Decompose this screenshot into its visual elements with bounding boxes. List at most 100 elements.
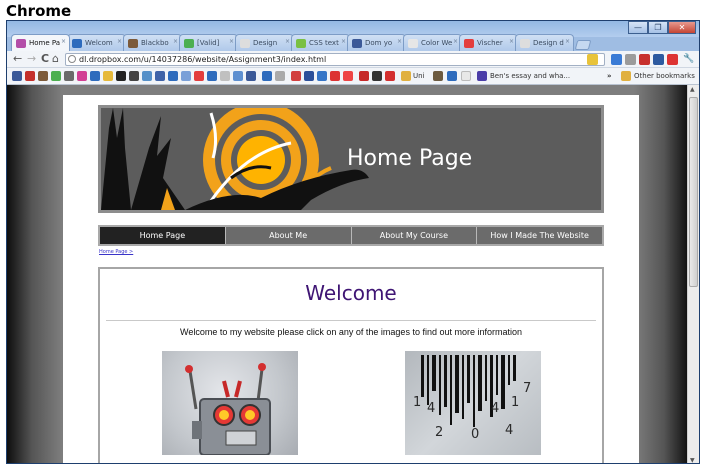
bookmark-bens-essay[interactable]: Ben's essay and wha... [490,72,570,80]
bookmark-icon[interactable] [90,71,100,81]
site-info-icon[interactable] [68,55,76,63]
tab-home-page[interactable]: Home Pa × [11,34,70,51]
barcode-bar [485,355,487,401]
bookmark-icon[interactable] [233,71,243,81]
extension-icon[interactable] [667,54,678,65]
reload-button[interactable]: C [41,53,49,65]
bookmark-icon[interactable] [220,71,230,81]
bookmark-icon[interactable] [385,71,395,81]
bookmark-folder-uni[interactable]: Uni [413,72,425,80]
breadcrumb[interactable]: Home Page > [99,249,133,255]
bookmark-icon[interactable] [246,71,256,81]
banner-title: Home Page [347,146,473,171]
tab-design-d[interactable]: Design d × [515,34,574,51]
bookmark-icon[interactable] [207,71,217,81]
bookmark-icon[interactable] [262,71,272,81]
bookmark-icon[interactable] [317,71,327,81]
tab-close-icon[interactable]: × [397,38,402,45]
nav-about-my-course[interactable]: About My Course [352,227,478,244]
bookmark-icon[interactable] [433,71,443,81]
bookmark-icon[interactable] [51,71,61,81]
bookmark-icon[interactable] [343,71,353,81]
bookmark-icon[interactable] [447,71,457,81]
other-bookmarks-button[interactable]: Other bookmarks [634,72,695,80]
minimize-button[interactable]: — [628,21,648,34]
bookmark-icon[interactable] [304,71,314,81]
tab-close-icon[interactable]: × [229,38,234,45]
tab-favicon-icon [464,39,474,48]
bookmark-icon[interactable] [38,71,48,81]
tab-blackboard[interactable]: Blackbo × [123,34,182,51]
bookmark-star-icon[interactable] [587,54,598,65]
tab-dom[interactable]: Dom yo × [347,34,406,51]
tab-close-icon[interactable]: × [173,38,178,45]
tab-close-icon[interactable]: × [453,38,458,45]
scrollbar-thumb[interactable] [689,97,698,287]
nav-home-page[interactable]: Home Page [100,227,226,244]
bookmarks-bar: Uni Ben's essay and wha... » Other bookm… [7,68,699,85]
robot-image-link[interactable] [162,351,298,455]
barcode-digit: 0 [471,427,480,442]
tab-color[interactable]: Color We × [403,34,462,51]
scroll-down-arrow-icon[interactable]: ▼ [690,457,695,463]
robot-eye-pupil [219,410,229,420]
barcode-bar [467,355,470,403]
bookmark-icon[interactable] [129,71,139,81]
bookmark-icon[interactable] [142,71,152,81]
extension-icon[interactable] [611,54,622,65]
extension-icon[interactable] [639,54,650,65]
bookmark-icon[interactable] [291,71,301,81]
bookmark-icon[interactable] [372,71,382,81]
barcode-image-link[interactable]: 1 4 2 0 4 1 4 7 [405,351,541,455]
address-bar[interactable]: dl.dropbox.com/u/14037286/website/Assign… [65,53,605,66]
tab-label: [Valid] [197,39,220,47]
sun-core [237,136,285,184]
tab-close-icon[interactable]: × [341,38,346,45]
new-tab-button[interactable] [574,40,592,50]
intro-text: Welcome to my website please click on an… [180,327,522,337]
bookmark-icon[interactable] [359,71,369,81]
tab-close-icon[interactable]: × [565,38,570,45]
scroll-up-arrow-icon[interactable]: ▲ [690,86,695,93]
close-button[interactable]: ✕ [668,21,696,34]
extension-icon[interactable] [653,54,664,65]
tab-css-text[interactable]: CSS text × [291,34,350,51]
wrench-menu-icon[interactable]: 🔧 [683,54,694,65]
tab-welcome[interactable]: Welcom × [67,34,126,51]
tree-silhouette [101,108,131,210]
tab-valid[interactable]: [Valid] × [179,34,238,51]
barcode-digit: 4 [427,401,436,416]
extension-icon[interactable] [625,54,636,65]
home-button[interactable]: ⌂ [52,53,59,65]
bookmark-icon[interactable] [194,71,204,81]
barcode-bar [427,355,429,405]
page-icon[interactable] [461,71,471,81]
tab-favicon-icon [520,39,530,48]
bookmark-icon[interactable] [275,71,285,81]
tab-close-icon[interactable]: × [61,38,66,45]
nav-about-me[interactable]: About Me [226,227,352,244]
nav-how-i-made-the-website[interactable]: How I Made The Website [477,227,602,244]
youtube-icon[interactable] [25,71,35,81]
facebook-icon[interactable] [12,71,22,81]
tab-design[interactable]: Design × [235,34,294,51]
folder-icon [621,71,631,81]
tab-close-icon[interactable]: × [509,38,514,45]
bookmark-icon[interactable] [103,71,113,81]
page-scrollbar[interactable]: ▲ ▼ [687,85,699,463]
tab-close-icon[interactable]: × [285,38,290,45]
bookmark-icon[interactable] [181,71,191,81]
tab-vischer[interactable]: Vischer × [459,34,518,51]
bookmark-icon[interactable] [330,71,340,81]
bookmark-icon[interactable] [77,71,87,81]
bookmark-icon[interactable] [64,71,74,81]
maximize-button[interactable]: ❐ [648,21,668,34]
forward-button[interactable]: → [27,53,36,65]
bookmarks-overflow-button[interactable]: » [607,72,612,80]
back-button[interactable]: ← [13,53,22,65]
tab-favicon-icon [408,39,418,48]
tab-close-icon[interactable]: × [117,38,122,45]
bookmark-icon[interactable] [116,71,126,81]
bookmark-icon[interactable] [168,71,178,81]
bookmark-icon[interactable] [155,71,165,81]
